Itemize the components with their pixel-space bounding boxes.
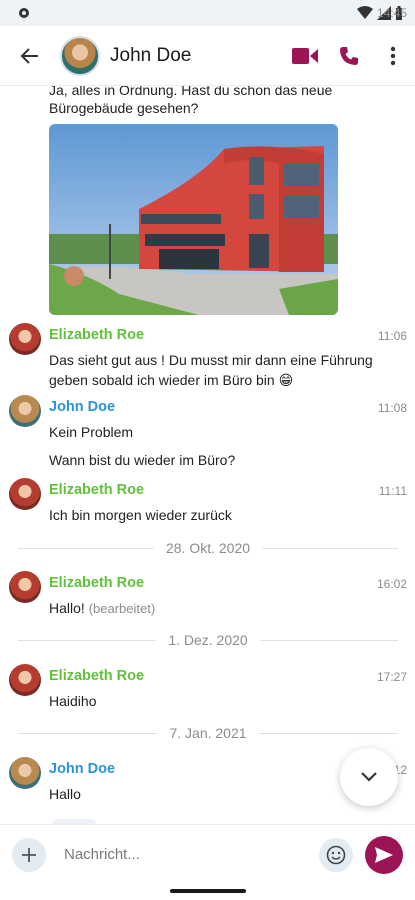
divider	[259, 639, 399, 641]
back-button[interactable]	[0, 26, 60, 86]
attach-button[interactable]	[12, 837, 46, 872]
contact-name[interactable]: John Doe	[110, 45, 283, 67]
divider	[258, 732, 398, 734]
divider	[262, 547, 398, 549]
contact-avatar[interactable]	[60, 35, 100, 76]
message-text: Bürogebäude gesehen?	[49, 100, 199, 116]
message-time: 11:11	[378, 484, 407, 498]
sender-name: John Doe	[49, 761, 116, 777]
message-time: 17:27	[376, 670, 407, 684]
avatar[interactable]	[9, 757, 41, 789]
navigation-bar	[0, 884, 415, 900]
date-separator: 1. Dez. 2020	[18, 630, 399, 650]
date-label: 28. Okt. 2020	[165, 540, 251, 556]
divider	[18, 732, 158, 734]
send-icon	[375, 846, 393, 863]
voice-call-button[interactable]	[327, 34, 371, 78]
message-text: Hallo! (bearbeitet)	[49, 598, 399, 619]
divider	[18, 639, 157, 641]
chat-header: John Doe	[0, 26, 415, 86]
avatar[interactable]	[9, 395, 41, 427]
send-button[interactable]	[365, 835, 403, 874]
shared-image[interactable]	[49, 124, 338, 315]
home-handle[interactable]	[170, 889, 246, 893]
message-time: 16:02	[376, 577, 407, 591]
message-text: Kein Problem	[49, 424, 134, 440]
status-bar: 14:45	[0, 0, 415, 26]
office-building-photo	[49, 124, 338, 315]
message-text: geben sobald ich wieder im Büro bin 😁	[49, 372, 294, 388]
edited-label: (bearbeitet)	[88, 601, 156, 616]
message-text: Haidiho	[49, 693, 97, 709]
video-call-button[interactable]	[283, 34, 327, 78]
date-label: 1. Dez. 2020	[168, 632, 248, 648]
more-vertical-icon	[390, 46, 396, 65]
sender-name: John Doe	[49, 399, 116, 415]
message-input[interactable]	[64, 837, 319, 872]
sender-name: Elizabeth Roe	[49, 327, 145, 343]
date-separator: 28. Okt. 2020	[18, 538, 398, 558]
date-separator: 7. Jan. 2021	[18, 723, 398, 743]
divider	[18, 547, 154, 549]
avatar[interactable]	[9, 571, 41, 603]
avatar[interactable]	[9, 478, 41, 510]
chevron-down-icon	[361, 772, 377, 782]
plus-icon	[22, 847, 36, 862]
message-text: Ich bin morgen wieder zurück	[49, 507, 232, 523]
message-text: Wann bist du wieder im Büro?	[49, 452, 236, 468]
message-time: 11:08	[377, 401, 407, 415]
phone-icon	[340, 46, 358, 65]
emoji-icon	[326, 845, 346, 864]
message-composer	[0, 824, 415, 884]
notification-icon	[19, 8, 29, 18]
sender-name: Elizabeth Roe	[49, 482, 145, 498]
video-camera-icon	[292, 47, 318, 64]
sender-name: Elizabeth Roe	[49, 575, 145, 591]
date-label: 7. Jan. 2021	[169, 725, 247, 741]
arrow-left-icon	[20, 47, 38, 64]
sender-name: Elizabeth Roe	[49, 668, 145, 684]
message-time: 11:06	[377, 329, 407, 343]
avatar[interactable]	[9, 664, 41, 696]
message-text: Das sieht gut aus ! Du musst mir dann ei…	[49, 352, 373, 368]
avatar[interactable]	[9, 323, 41, 355]
message-list[interactable]: Ja, alles in Ordnung. Hast du schon das …	[0, 86, 415, 824]
status-time: 14:45	[376, 6, 407, 20]
emoji-button[interactable]	[319, 837, 353, 872]
wifi-icon	[357, 6, 373, 19]
more-options-button[interactable]	[371, 34, 415, 78]
scroll-to-bottom-button[interactable]	[340, 748, 398, 806]
message-body: Hallo!	[49, 600, 85, 616]
